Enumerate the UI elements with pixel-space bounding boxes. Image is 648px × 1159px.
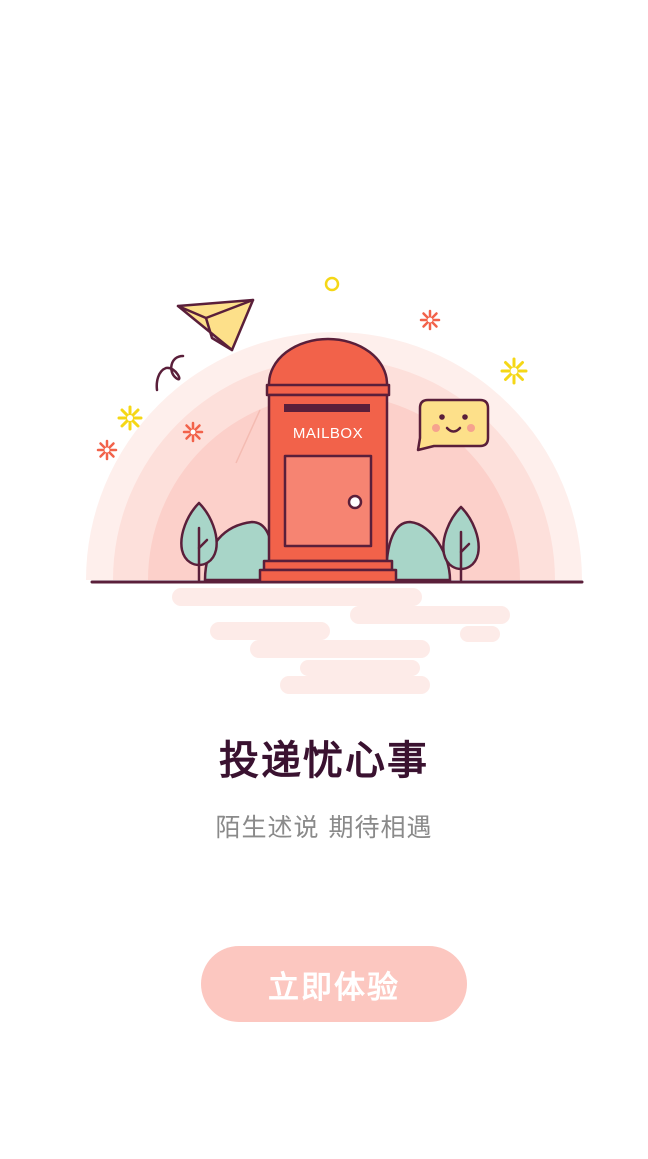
ring-icon <box>324 276 340 292</box>
page-title: 投递忧心事 <box>219 738 429 784</box>
try-now-button[interactable]: 立即体验 <box>201 946 467 1022</box>
ground-reflection <box>172 588 510 694</box>
paper-plane-icon <box>176 298 255 352</box>
page-subtitle: 陌生述说 期待相遇 <box>215 813 433 842</box>
smile-speech-bubble-icon <box>416 398 490 452</box>
mailbox-illustration: MAILBOX <box>86 276 584 694</box>
mailbox-label: MAILBOX <box>293 425 363 442</box>
curl-icon <box>155 354 185 392</box>
mailbox-icon: MAILBOX <box>258 337 398 584</box>
